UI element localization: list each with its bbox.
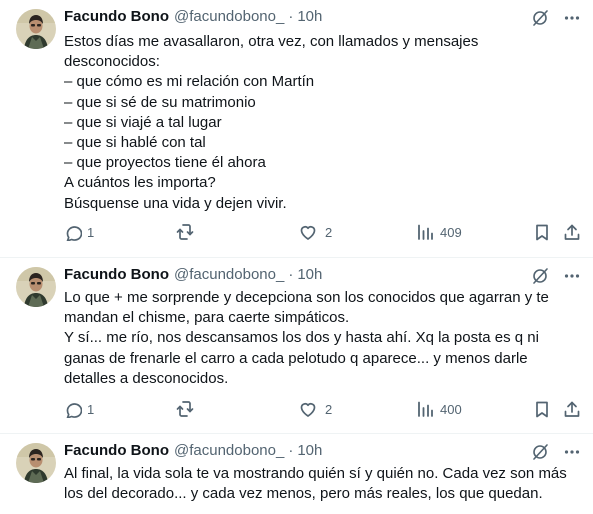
reply-count: 1: [87, 224, 95, 240]
timestamp[interactable]: 10h: [297, 265, 322, 285]
like-icon: [300, 402, 316, 417]
reply-icon: [66, 403, 82, 418]
tweet[interactable]: Facundo Bono @facundobono_ · 10h Estos d…: [0, 0, 593, 257]
like-count: 2: [325, 224, 333, 240]
like-button[interactable]: 2: [299, 222, 332, 242]
tweet-header: Facundo Bono @facundobono_ · 10h: [64, 7, 580, 27]
like-icon: [300, 225, 316, 240]
bookmark-button[interactable]: [533, 399, 551, 419]
bookmark-button[interactable]: [533, 222, 551, 242]
reply-count: 1: [87, 401, 95, 417]
separator-dot: ·: [288, 442, 294, 459]
action-bar: 1 2 409: [64, 222, 581, 242]
tweet-text: Al final, la vida sola te va mostrando q…: [64, 465, 567, 503]
views-button[interactable]: 409: [416, 222, 462, 242]
separator-dot: ·: [288, 266, 294, 283]
more-icon[interactable]: [563, 443, 581, 461]
author-name[interactable]: Facundo Bono: [64, 265, 169, 285]
retweet-icon: [176, 224, 194, 240]
author-handle[interactable]: @facundobono_: [174, 7, 284, 27]
action-bar: 1 2 400: [64, 399, 581, 419]
tweet-header: Facundo Bono @facundobono_ · 10h: [64, 265, 580, 285]
views-icon: [418, 224, 433, 240]
share-button[interactable]: [563, 222, 581, 242]
avatar[interactable]: [16, 267, 56, 307]
more-icon[interactable]: [563, 9, 581, 27]
share-icon: [564, 224, 580, 240]
tweet-text: Lo que + me sorprende y decepciona son l…: [64, 289, 549, 387]
retweet-icon: [176, 401, 194, 417]
like-button[interactable]: 2: [299, 399, 332, 419]
like-count: 2: [325, 401, 333, 417]
separator-dot: ·: [288, 8, 294, 25]
views-icon: [418, 401, 433, 417]
reply-button[interactable]: 1: [64, 222, 94, 242]
grok-icon[interactable]: [531, 443, 549, 461]
retweet-button[interactable]: [176, 399, 202, 419]
retweet-button[interactable]: [176, 222, 202, 242]
timestamp[interactable]: 10h: [297, 441, 322, 461]
reply-icon: [66, 226, 82, 241]
tweet[interactable]: Facundo Bono @facundobono_ · 10h Lo que …: [0, 257, 593, 433]
grok-icon[interactable]: [531, 267, 549, 285]
author-handle[interactable]: @facundobono_: [174, 441, 284, 461]
author-name[interactable]: Facundo Bono: [64, 441, 169, 461]
timestamp[interactable]: 10h: [297, 7, 322, 27]
share-button[interactable]: [563, 399, 581, 419]
bookmark-icon: [536, 401, 548, 418]
view-count: 409: [440, 224, 462, 240]
views-button[interactable]: 400: [416, 399, 462, 419]
avatar[interactable]: [16, 443, 56, 483]
author-handle[interactable]: @facundobono_: [174, 265, 284, 285]
avatar[interactable]: [16, 9, 56, 49]
bookmark-icon: [536, 224, 548, 241]
view-count: 400: [440, 401, 462, 417]
grok-icon[interactable]: [531, 9, 549, 27]
tweet[interactable]: Facundo Bono @facundobono_ · 10h Al fina…: [0, 433, 593, 514]
share-icon: [564, 401, 580, 417]
tweet-text: Estos días me avasallaron, otra vez, con…: [64, 33, 479, 212]
more-icon[interactable]: [563, 267, 581, 285]
reply-button[interactable]: 1: [64, 399, 94, 419]
tweet-header: Facundo Bono @facundobono_ · 10h: [64, 441, 580, 461]
author-name[interactable]: Facundo Bono: [64, 7, 169, 27]
